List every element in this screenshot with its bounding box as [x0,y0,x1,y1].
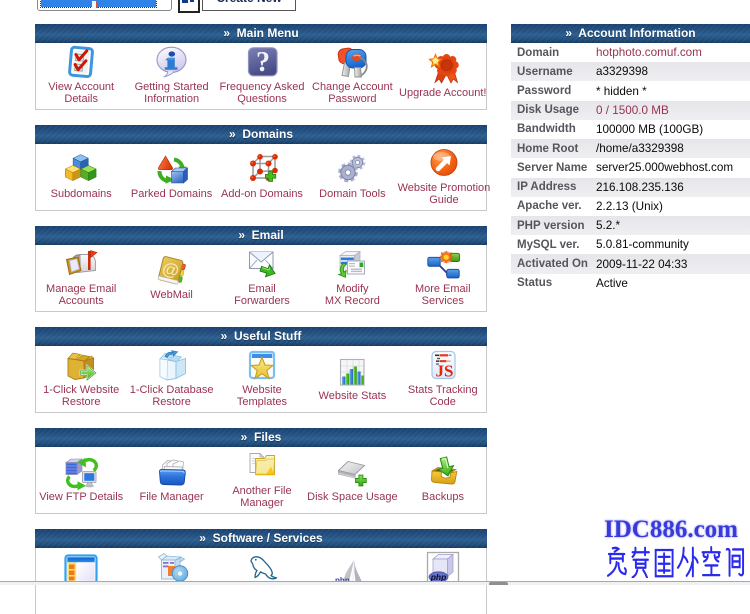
svg-text:php: php [429,572,446,582]
svg-text:JS: JS [435,361,453,380]
svg-text:?: ? [256,47,270,78]
